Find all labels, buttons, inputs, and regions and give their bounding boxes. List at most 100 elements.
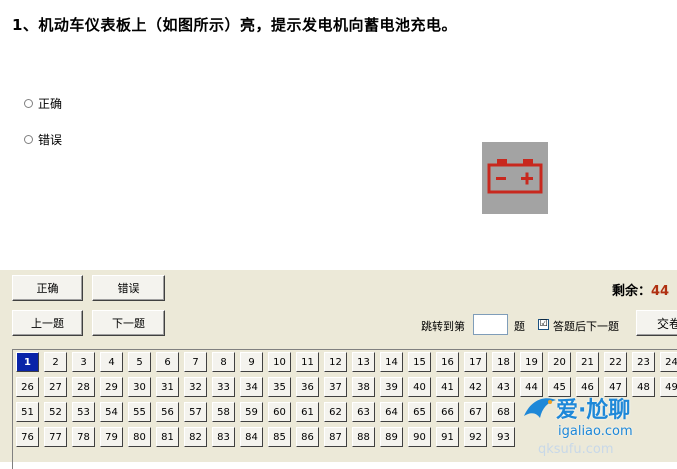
question-number-2[interactable]: 2 — [44, 352, 67, 372]
jump-input[interactable] — [473, 314, 508, 335]
question-number-1[interactable]: 1 — [16, 352, 39, 372]
question-number-78[interactable]: 78 — [72, 427, 95, 447]
question-number-60[interactable]: 60 — [268, 402, 291, 422]
question-number-48[interactable]: 48 — [632, 377, 655, 397]
question-number-77[interactable]: 77 — [44, 427, 67, 447]
question-number-66[interactable]: 66 — [436, 402, 459, 422]
question-number-76[interactable]: 76 — [16, 427, 39, 447]
question-number-40[interactable]: 40 — [408, 377, 431, 397]
question-number-61[interactable]: 61 — [296, 402, 319, 422]
question-number-3[interactable]: 3 — [72, 352, 95, 372]
next-question-button[interactable]: 下一题 — [92, 310, 165, 336]
submit-exam-button[interactable]: 交卷 — [636, 310, 677, 336]
question-number-6[interactable]: 6 — [156, 352, 179, 372]
answer-wrong-button[interactable]: 错误 — [92, 275, 165, 301]
question-number-59[interactable]: 59 — [240, 402, 263, 422]
question-number-89[interactable]: 89 — [380, 427, 403, 447]
question-number-90[interactable]: 90 — [408, 427, 431, 447]
question-number-30[interactable]: 30 — [128, 377, 151, 397]
question-number-10[interactable]: 10 — [268, 352, 291, 372]
radio-wrong[interactable] — [24, 135, 33, 144]
question-number-grid: 1 2 3 4 5 6 7 8 9 10 11 12 13 14 15 16 17 18 19 20 21 22 23 24 2… — [16, 352, 677, 447]
question-number-87[interactable]: 87 — [324, 427, 347, 447]
question-number-18[interactable]: 18 — [492, 352, 515, 372]
question-number-54[interactable]: 54 — [100, 402, 123, 422]
question-number-36[interactable]: 36 — [296, 377, 319, 397]
question-number-46[interactable]: 46 — [576, 377, 599, 397]
question-number-8[interactable]: 8 — [212, 352, 235, 372]
prev-question-button[interactable]: 上一题 — [12, 310, 83, 336]
question-number-32[interactable]: 32 — [184, 377, 207, 397]
question-number-80[interactable]: 80 — [128, 427, 151, 447]
question-number-17[interactable]: 17 — [464, 352, 487, 372]
question-number-5[interactable]: 5 — [128, 352, 151, 372]
question-number-24[interactable]: 24 — [660, 352, 677, 372]
question-number-27[interactable]: 27 — [44, 377, 67, 397]
question-number-19[interactable]: 19 — [520, 352, 543, 372]
question-number-64[interactable]: 64 — [380, 402, 403, 422]
question-number-12[interactable]: 12 — [324, 352, 347, 372]
question-number-68[interactable]: 68 — [492, 402, 515, 422]
question-number-41[interactable]: 41 — [436, 377, 459, 397]
answer-correct-button[interactable]: 正确 — [12, 275, 83, 301]
question-number-84[interactable]: 84 — [240, 427, 263, 447]
question-number-29[interactable]: 29 — [100, 377, 123, 397]
question-number-22[interactable]: 22 — [604, 352, 627, 372]
question-number-9[interactable]: 9 — [240, 352, 263, 372]
question-number-65[interactable]: 65 — [408, 402, 431, 422]
question-number-28[interactable]: 28 — [72, 377, 95, 397]
option-correct[interactable]: 正确 — [24, 95, 62, 112]
question-number-11[interactable]: 11 — [296, 352, 319, 372]
question-number-35[interactable]: 35 — [268, 377, 291, 397]
question-number-43[interactable]: 43 — [492, 377, 515, 397]
battery-charge-warning-icon — [487, 159, 543, 194]
question-number-4[interactable]: 4 — [100, 352, 123, 372]
question-number-88[interactable]: 88 — [352, 427, 375, 447]
question-number-45[interactable]: 45 — [548, 377, 571, 397]
question-number-67[interactable]: 67 — [464, 402, 487, 422]
question-number-37[interactable]: 37 — [324, 377, 347, 397]
question-number-49[interactable]: 49 — [660, 377, 677, 397]
question-number-85[interactable]: 85 — [268, 427, 291, 447]
question-number-31[interactable]: 31 — [156, 377, 179, 397]
question-number-62[interactable]: 62 — [324, 402, 347, 422]
question-number-51[interactable]: 51 — [16, 402, 39, 422]
question-number-53[interactable]: 53 — [72, 402, 95, 422]
question-number-91[interactable]: 91 — [436, 427, 459, 447]
question-number-34[interactable]: 34 — [240, 377, 263, 397]
question-number-23[interactable]: 23 — [632, 352, 655, 372]
auto-next-label: 答题后下一题 — [553, 320, 619, 333]
question-number-39[interactable]: 39 — [380, 377, 403, 397]
question-number-86[interactable]: 86 — [296, 427, 319, 447]
question-number-14[interactable]: 14 — [380, 352, 403, 372]
question-number-26[interactable]: 26 — [16, 377, 39, 397]
question-number-15[interactable]: 15 — [408, 352, 431, 372]
question-number-16[interactable]: 16 — [436, 352, 459, 372]
question-number-82[interactable]: 82 — [184, 427, 207, 447]
question-number-20[interactable]: 20 — [548, 352, 571, 372]
question-number-7[interactable]: 7 — [184, 352, 207, 372]
question-number-56[interactable]: 56 — [156, 402, 179, 422]
question-number-92[interactable]: 92 — [464, 427, 487, 447]
question-number-58[interactable]: 58 — [212, 402, 235, 422]
question-number-13[interactable]: 13 — [352, 352, 375, 372]
question-number-33[interactable]: 33 — [212, 377, 235, 397]
question-number-93[interactable]: 93 — [492, 427, 515, 447]
question-number-81[interactable]: 81 — [156, 427, 179, 447]
jump-suffix: 题 — [514, 320, 525, 333]
radio-correct[interactable] — [24, 99, 33, 108]
option-wrong[interactable]: 错误 — [24, 131, 62, 148]
question-number-38[interactable]: 38 — [352, 377, 375, 397]
control-panel: 正确 错误 上一题 下一题 剩余：44 跳转到第 题 ☑ 答题后下一题 交卷 — [0, 270, 677, 344]
question-number-63[interactable]: 63 — [352, 402, 375, 422]
question-number-52[interactable]: 52 — [44, 402, 67, 422]
question-number-44[interactable]: 44 — [520, 377, 543, 397]
question-number-79[interactable]: 79 — [100, 427, 123, 447]
question-number-57[interactable]: 57 — [184, 402, 207, 422]
question-number-47[interactable]: 47 — [604, 377, 627, 397]
question-number-21[interactable]: 21 — [576, 352, 599, 372]
auto-next-checkbox[interactable]: ☑ — [538, 319, 549, 330]
question-number-55[interactable]: 55 — [128, 402, 151, 422]
question-number-42[interactable]: 42 — [464, 377, 487, 397]
question-number-83[interactable]: 83 — [212, 427, 235, 447]
